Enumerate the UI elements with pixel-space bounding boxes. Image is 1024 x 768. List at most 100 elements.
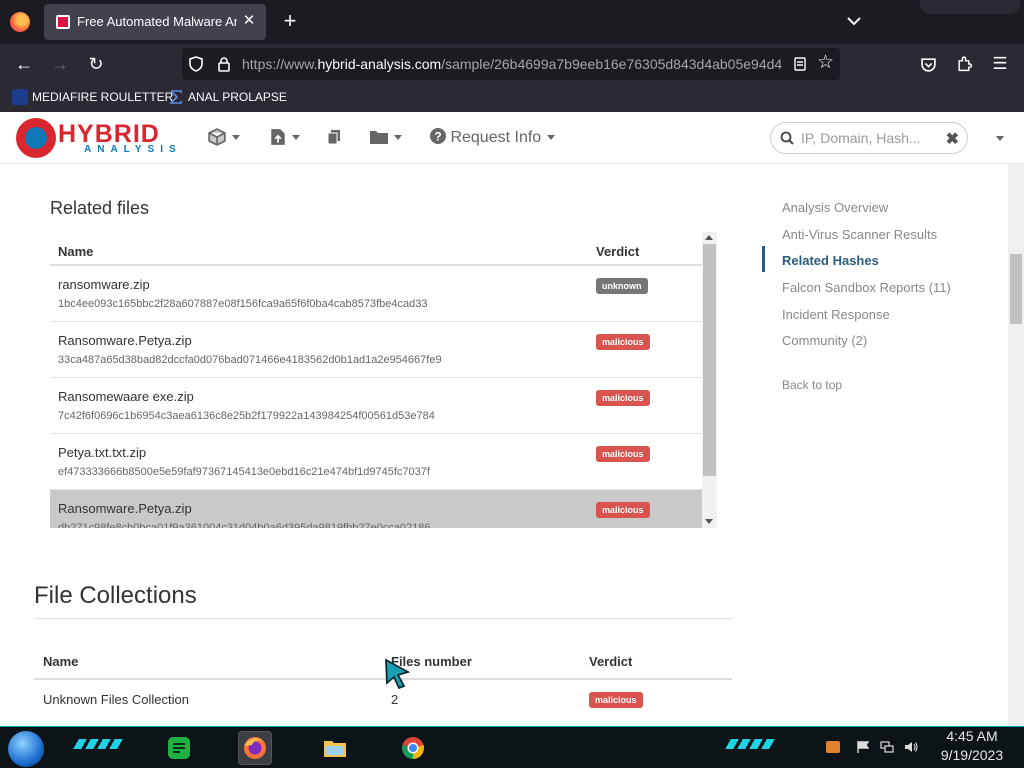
browser-nav-bar: ← → ↻ https://www.hybrid-analysis.com/sa… (0, 44, 1024, 84)
clock-time[interactable]: 4:45 AM (942, 728, 1002, 744)
url-text[interactable]: https://www.hybrid-analysis.com/sample/2… (242, 56, 786, 72)
collection-files-count: 2 (391, 692, 399, 707)
volume-icon[interactable] (904, 741, 918, 753)
column-header-name: Name (58, 244, 94, 259)
question-circle-icon: ? (430, 128, 446, 144)
pocket-icon[interactable] (920, 56, 937, 73)
file-hash[interactable]: db271c98fe8cb0bca01f9a361004c31d04b0a6d3… (58, 522, 431, 528)
sandbox-menu[interactable] (208, 128, 240, 148)
back-arrow-icon[interactable]: ← (12, 52, 36, 76)
request-info-menu[interactable]: ? Request Info (430, 128, 556, 147)
table-row-hovered[interactable]: Ransomware.Petya.zip db271c98fe8cb0bca01… (50, 490, 702, 528)
scroll-down-arrow-icon[interactable] (705, 519, 713, 524)
file-hash[interactable]: ef473333666b8500e5e59faf97367145413e0ebd… (58, 466, 430, 478)
forward-arrow-icon[interactable]: → (48, 52, 72, 76)
table-row[interactable]: ransomware.zip 1bc4ee093c165bbc2f28a6078… (50, 266, 702, 322)
shield-icon[interactable] (188, 56, 204, 72)
svg-text:?: ? (434, 130, 441, 144)
copy-icon (327, 130, 340, 145)
search-box[interactable]: ✖ (770, 122, 968, 154)
clear-search-icon[interactable]: ✖ (946, 129, 959, 149)
file-collections-title: File Collections (34, 582, 197, 609)
chrome-icon (402, 737, 424, 759)
taskbar-app-file-explorer[interactable] (318, 731, 352, 765)
window-controls[interactable] (920, 0, 1020, 14)
sheets-icon (168, 737, 190, 759)
file-hash[interactable]: 1bc4ee093c165bbc2f28a607887e08f156fca9a6… (58, 298, 427, 310)
reload-icon[interactable]: ↻ (84, 52, 108, 76)
url-path: /sample/26b4699a7b9eeb16e76305d843d4ab05… (441, 56, 783, 72)
submit-file-menu[interactable] (270, 128, 300, 148)
caret-down-icon (292, 134, 300, 140)
chevron-down-icon[interactable] (845, 12, 863, 30)
search-icon (780, 131, 794, 145)
file-explorer-icon (324, 741, 346, 757)
scrollbar-thumb[interactable] (1010, 254, 1022, 324)
start-button-icon[interactable] (8, 731, 44, 767)
decoration (73, 739, 123, 749)
side-nav-analysis-overview[interactable]: Analysis Overview (782, 200, 888, 215)
taskbar-app-firefox[interactable] (238, 731, 272, 765)
file-hash[interactable]: 33ca487a65d38bad82dccfa0d076bad071466e41… (58, 354, 442, 366)
scrollbar-thumb[interactable] (703, 244, 716, 476)
request-info-label: Request Info (450, 129, 542, 146)
decoration (725, 739, 775, 749)
close-tab-icon[interactable]: ✕ (240, 12, 258, 30)
file-name[interactable]: Ransomware.Petya.zip (58, 501, 192, 516)
caret-down-icon (394, 134, 402, 140)
site-header: HYBRID ANALYSIS ? Request Info IP, Domai… (0, 112, 1024, 164)
search-input[interactable] (801, 130, 941, 146)
table-row[interactable]: Petya.txt.txt.zip ef473333666b8500e5e59f… (50, 434, 702, 490)
firefox-icon[interactable] (10, 12, 30, 32)
bookmark-sigma-icon (169, 90, 182, 104)
taskbar-app-chrome[interactable] (396, 731, 430, 765)
side-nav-community[interactable]: Community (2) (782, 333, 867, 348)
taskbar-app-sheets[interactable] (162, 731, 196, 765)
file-hash[interactable]: 7c42f6f0696c1b6954c3aea6136c8e25b2f17992… (58, 410, 435, 422)
file-name[interactable]: Petya.txt.txt.zip (58, 445, 146, 460)
hybrid-analysis-logo-icon[interactable] (16, 118, 56, 158)
verdict-badge: unknown (596, 278, 648, 294)
page-scrollbar[interactable] (1008, 164, 1024, 726)
collections-menu[interactable] (370, 128, 402, 148)
copy-files-button[interactable] (326, 128, 342, 148)
side-nav-related-hashes[interactable]: Related Hashes (782, 253, 879, 268)
bookmark-anal-prolapse[interactable]: ANAL PROLAPSE (188, 90, 287, 104)
side-nav-antivirus-results[interactable]: Anti-Virus Scanner Results (782, 227, 937, 242)
bookmark-mediafire-rouletter[interactable]: MEDIAFIRE ROULETTER (32, 90, 173, 104)
tray-app-icon[interactable] (826, 741, 840, 753)
new-tab-icon[interactable]: + (280, 10, 300, 33)
file-name[interactable]: Ransomewaare exe.zip (58, 389, 194, 404)
logo-subtitle: ANALYSIS (84, 144, 182, 155)
file-name[interactable]: ransomware.zip (58, 277, 150, 292)
caret-down-icon (547, 135, 556, 141)
extensions-icon[interactable] (956, 55, 973, 73)
scroll-up-arrow-icon[interactable] (705, 235, 713, 240)
reader-view-icon[interactable] (792, 56, 808, 72)
bookmark-star-icon[interactable]: ☆ (817, 51, 834, 74)
hamburger-menu-icon[interactable]: ☰ (988, 52, 1012, 76)
lock-icon[interactable] (216, 56, 232, 72)
verdict-badge: malicious (596, 446, 650, 462)
side-nav-falcon-sandbox-reports[interactable]: Falcon Sandbox Reports (11) (782, 280, 951, 295)
column-header-verdict: Verdict (596, 244, 640, 259)
back-to-top-link[interactable]: Back to top (782, 378, 842, 392)
file-upload-icon (271, 129, 285, 145)
clock-date[interactable]: 9/19/2023 (934, 747, 1010, 763)
related-files-table[interactable]: Name Verdict ransomware.zip 1bc4ee093c16… (50, 232, 702, 528)
site-favicon-icon (56, 15, 70, 29)
active-indicator (762, 246, 765, 272)
table-row[interactable]: Ransomewaare exe.zip 7c42f6f0696c1b6954c… (50, 378, 702, 434)
side-nav-incident-response[interactable]: Incident Response (782, 307, 890, 322)
account-menu-caret-icon[interactable] (996, 136, 1004, 141)
url-bar[interactable]: https://www.hybrid-analysis.com/sample/2… (182, 48, 840, 80)
file-name[interactable]: Ransomware.Petya.zip (58, 333, 192, 348)
header-divider (34, 678, 732, 680)
collection-name[interactable]: Unknown Files Collection (43, 692, 189, 707)
firefox-icon (244, 737, 266, 759)
table-row[interactable]: Ransomware.Petya.zip 33ca487a65d38bad82d… (50, 322, 702, 378)
flag-icon[interactable] (856, 741, 870, 753)
browser-tab[interactable]: Free Automated Malware Analysis ✕ (44, 4, 266, 40)
network-icon[interactable] (880, 741, 894, 753)
related-files-scrollbar[interactable] (702, 232, 717, 528)
